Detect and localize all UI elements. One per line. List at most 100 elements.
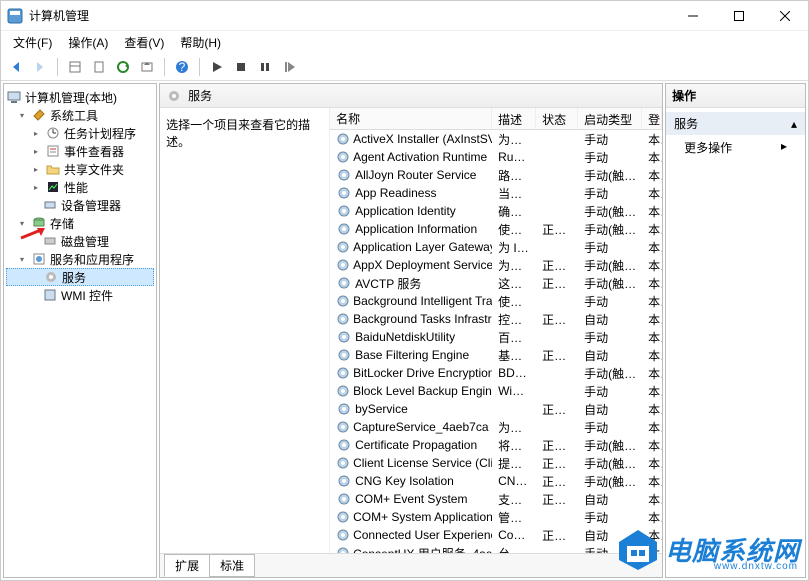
tree-services[interactable]: 服务 (6, 268, 154, 286)
services-list[interactable]: ActiveX Installer (AxInstSV)为从…手动本Agent … (330, 130, 662, 553)
tree-system-tools[interactable]: ▾ 系统工具 (6, 106, 154, 124)
tree-performance[interactable]: ▸ 性能 (6, 178, 154, 196)
tree-task-scheduler[interactable]: ▸ 任务计划程序 (6, 124, 154, 142)
service-row[interactable]: BitLocker Drive Encryption …BDE…手动(触发…本 (330, 364, 662, 382)
service-row[interactable]: COM+ System Application管理…手动本 (330, 508, 662, 526)
tree-services-apps[interactable]: ▾ 服务和应用程序 (6, 250, 154, 268)
pause-button[interactable] (254, 56, 276, 78)
action-more[interactable]: 更多操作 ▸ (666, 135, 805, 160)
help-button[interactable]: ? (171, 56, 193, 78)
service-desc: BDE… (492, 366, 536, 380)
tools-button[interactable] (64, 56, 86, 78)
col-startup[interactable]: 启动类型 (578, 108, 642, 129)
gear-icon (336, 293, 350, 309)
service-logon: 本 (642, 185, 662, 202)
menu-action[interactable]: 操作(A) (60, 32, 116, 53)
service-desc: Con… (492, 528, 536, 542)
tree-root[interactable]: 计算机管理(本地) (6, 88, 154, 106)
refresh-button[interactable] (112, 56, 134, 78)
service-logon: 本 (642, 527, 662, 544)
service-row[interactable]: byService正在…自动本 (330, 400, 662, 418)
service-logon: 本 (642, 437, 662, 454)
gear-icon (336, 329, 352, 345)
service-row[interactable]: Connected User Experienc…Con…正在…自动本 (330, 526, 662, 544)
service-row[interactable]: COM+ Event System支持…正在…自动本 (330, 490, 662, 508)
service-name: BitLocker Drive Encryption … (353, 366, 492, 380)
chevron-up-icon[interactable]: ▴ (791, 117, 797, 131)
folder-icon (45, 161, 61, 177)
stop-button[interactable] (230, 56, 252, 78)
service-row[interactable]: BaiduNetdiskUtility百度…手动本 (330, 328, 662, 346)
service-row[interactable]: AVCTP 服务这是…正在…手动(触发…本 (330, 274, 662, 292)
back-button[interactable] (5, 56, 27, 78)
play-button[interactable] (206, 56, 228, 78)
service-row[interactable]: Background Intelligent Tra…使用…手动本 (330, 292, 662, 310)
service-row[interactable]: ActiveX Installer (AxInstSV)为从…手动本 (330, 130, 662, 148)
collapse-icon[interactable]: ▾ (16, 253, 28, 265)
service-row[interactable]: AllJoyn Router Service路由…手动(触发…本 (330, 166, 662, 184)
tree-event-viewer[interactable]: ▸ 事件查看器 (6, 142, 154, 160)
device-icon (42, 197, 58, 213)
col-logon[interactable]: 登 (642, 108, 662, 129)
service-row[interactable]: Application Information使用…正在…手动(触发…本 (330, 220, 662, 238)
service-row[interactable]: Certificate Propagation将用…正在…手动(触发…本 (330, 436, 662, 454)
service-row[interactable]: Client License Service (Clip…提供…正在…手动(触发… (330, 454, 662, 472)
minimize-button[interactable] (670, 1, 716, 31)
expand-icon[interactable]: ▸ (30, 181, 42, 193)
tab-extended[interactable]: 扩展 (164, 554, 210, 577)
service-row[interactable]: Application Identity确定…手动(触发…本 (330, 202, 662, 220)
collapse-icon[interactable]: ▾ (16, 109, 28, 121)
col-name[interactable]: 名称 (330, 108, 492, 129)
service-name: CNG Key Isolation (355, 474, 454, 488)
annotation-arrow (19, 226, 47, 242)
service-logon: 本 (642, 455, 662, 472)
menu-view[interactable]: 查看(V) (116, 32, 172, 53)
expand-icon[interactable]: ▸ (30, 145, 42, 157)
gear-icon (336, 455, 350, 471)
menu-file[interactable]: 文件(F) (5, 32, 60, 53)
svg-text:?: ? (179, 60, 186, 74)
service-desc: 基本… (492, 347, 536, 364)
service-logon: 本 (642, 149, 662, 166)
service-row[interactable]: App Readiness当用…手动本 (330, 184, 662, 202)
gear-icon (166, 88, 182, 104)
services-columns: 名称 描述 状态 启动类型 登 (330, 108, 662, 130)
service-row[interactable]: Application Layer Gateway …为 In…手动本 (330, 238, 662, 256)
gear-icon (336, 275, 352, 291)
service-desc: 路由… (492, 167, 536, 184)
col-desc[interactable]: 描述 (492, 108, 536, 129)
properties-button[interactable] (88, 56, 110, 78)
menu-help[interactable]: 帮助(H) (172, 32, 229, 53)
service-row[interactable]: Background Tasks Infrastru…控制…正在…自动本 (330, 310, 662, 328)
service-row[interactable]: AppX Deployment Service …为部…正在…手动(触发…本 (330, 256, 662, 274)
restart-button[interactable] (278, 56, 300, 78)
tree-shared-folders[interactable]: ▸ 共享文件夹 (6, 160, 154, 178)
service-logon: 本 (642, 131, 662, 148)
service-logon: 本 (642, 257, 662, 274)
tree-wmi[interactable]: WMI 控件 (6, 286, 154, 304)
service-row[interactable]: CaptureService_4aeb7ca为调…手动本 (330, 418, 662, 436)
service-row[interactable]: ConsentUX 用户服务_4aeb…允许…手动本 (330, 544, 662, 553)
service-startup: 手动 (578, 545, 642, 554)
tab-standard[interactable]: 标准 (209, 554, 255, 577)
service-logon: 本 (642, 167, 662, 184)
export-button[interactable] (136, 56, 158, 78)
expand-icon[interactable]: ▸ (30, 163, 42, 175)
service-logon: 本 (642, 509, 662, 526)
service-row[interactable]: Block Level Backup Engine …Win…手动本 (330, 382, 662, 400)
maximize-button[interactable] (716, 1, 762, 31)
service-name: Connected User Experienc… (353, 528, 492, 542)
description-area: 选择一个项目来查看它的描述。 (160, 108, 330, 553)
gear-icon (336, 383, 350, 399)
expand-icon[interactable]: ▸ (30, 127, 42, 139)
service-row[interactable]: CNG Key IsolationCNG…正在…手动(触发…本 (330, 472, 662, 490)
close-button[interactable] (762, 1, 808, 31)
service-logon: 本 (642, 329, 662, 346)
forward-button[interactable] (29, 56, 51, 78)
service-name: COM+ Event System (355, 492, 467, 506)
col-status[interactable]: 状态 (536, 108, 578, 129)
service-logon: 本 (642, 419, 662, 436)
service-row[interactable]: Agent Activation Runtime …Runt…手动本 (330, 148, 662, 166)
tree-device-manager[interactable]: 设备管理器 (6, 196, 154, 214)
service-row[interactable]: Base Filtering Engine基本…正在…自动本 (330, 346, 662, 364)
